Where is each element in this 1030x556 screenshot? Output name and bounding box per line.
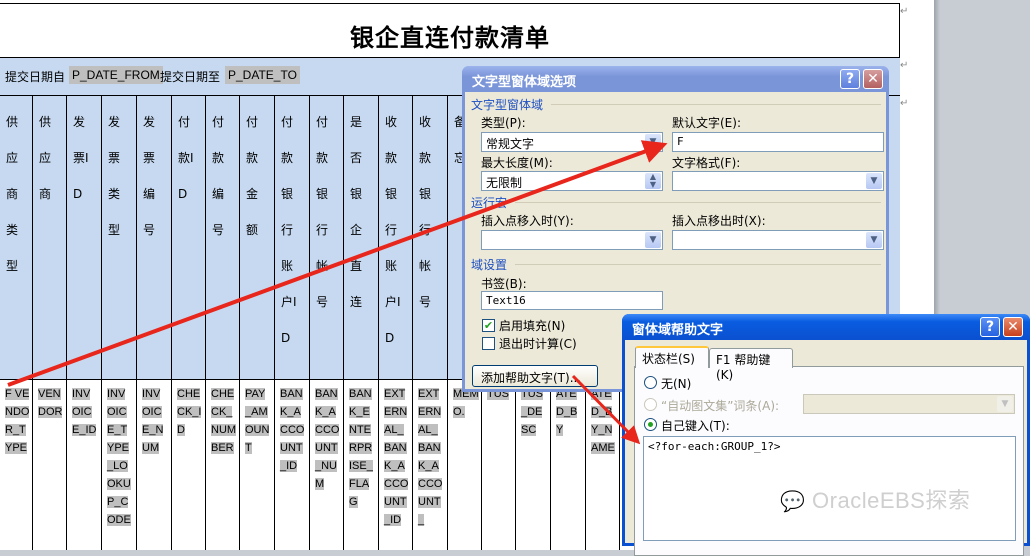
annotation-arrows — [7, 140, 668, 445]
annotation-arrow-2 — [571, 374, 641, 445]
annotation-arrow-1 — [7, 140, 668, 387]
